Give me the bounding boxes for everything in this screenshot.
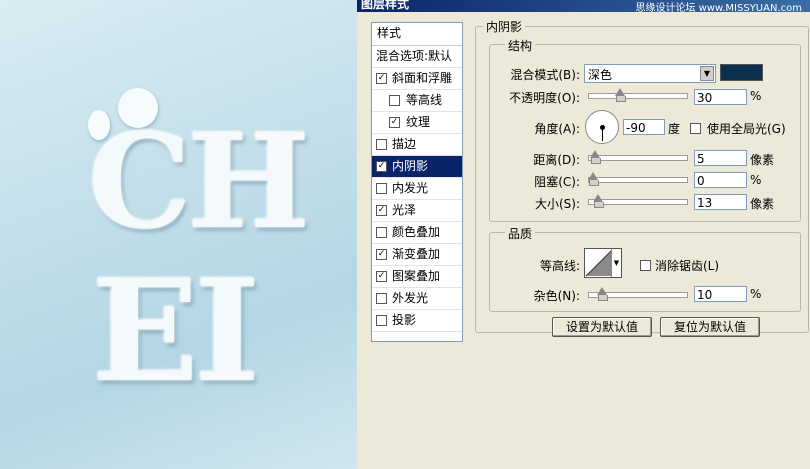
preview-canvas: CH EI — [0, 0, 357, 469]
set-default-button[interactable]: 设置为默认值 — [552, 317, 652, 337]
opacity-slider[interactable] — [588, 88, 688, 102]
reset-default-button[interactable]: 复位为默认值 — [660, 317, 760, 337]
opacity-input[interactable]: 30 — [694, 89, 747, 105]
window-title: 图层样式 — [361, 0, 410, 11]
choke-slider[interactable] — [588, 172, 688, 186]
size-label: 大小(S): — [534, 197, 580, 211]
style-item[interactable]: 投影 — [372, 310, 462, 332]
style-item-label: 等高线 — [406, 93, 443, 107]
style-checkbox[interactable] — [376, 271, 387, 282]
style-item-label: 光泽 — [392, 203, 417, 217]
style-checkbox[interactable] — [376, 205, 387, 216]
style-item-label: 渐变叠加 — [392, 247, 441, 261]
blend-mode-value: 深色 — [588, 68, 613, 82]
style-item[interactable]: 图案叠加 — [372, 266, 462, 288]
style-item-label: 内阴影 — [392, 159, 429, 173]
angle-center — [600, 125, 605, 130]
style-item[interactable]: 内阴影 — [372, 156, 462, 178]
antialias-checkbox[interactable] — [640, 260, 651, 271]
contour-curve-icon — [585, 249, 613, 277]
noise-unit: % — [750, 287, 762, 301]
opacity-unit: % — [750, 89, 762, 103]
style-item[interactable]: 斜面和浮雕 — [372, 68, 462, 90]
blend-options-item[interactable]: 混合选项:默认 — [372, 46, 462, 68]
angle-input[interactable]: -90 — [623, 119, 665, 135]
styles-list: 样式 混合选项:默认 斜面和浮雕等高线纹理描边内阴影内发光光泽颜色叠加渐变叠加图… — [371, 22, 463, 342]
style-item-label: 外发光 — [392, 291, 429, 305]
style-item-label: 投影 — [392, 313, 417, 327]
blend-options-label: 混合选项:默认 — [376, 49, 453, 63]
chevron-down-icon: ▼ — [700, 66, 714, 81]
style-item[interactable]: 描边 — [372, 134, 462, 156]
style-item-label: 纹理 — [406, 115, 431, 129]
global-light-checkbox[interactable] — [690, 123, 701, 134]
style-checkbox[interactable] — [376, 227, 387, 238]
style-checkbox[interactable] — [376, 249, 387, 260]
title-bar: 图层样式 思缘设计论坛 www.MISSYUAN.com — [357, 0, 810, 12]
contour-label: 等高线: — [539, 259, 580, 273]
size-input[interactable]: 13 — [694, 194, 747, 210]
style-item-label: 斜面和浮雕 — [392, 71, 453, 85]
choke-label: 阻塞(C): — [534, 175, 580, 189]
style-checkbox[interactable] — [389, 117, 400, 128]
styles-header[interactable]: 样式 — [372, 23, 462, 46]
noise-label: 杂色(N): — [533, 289, 580, 303]
watermark: 思缘设计论坛 www.MISSYUAN.com — [635, 3, 802, 12]
style-item-label: 图案叠加 — [392, 269, 441, 283]
style-item-label: 颜色叠加 — [392, 225, 441, 239]
choke-unit: % — [750, 173, 762, 187]
quality-legend: 品质 — [505, 225, 536, 242]
blend-mode-select[interactable]: 深色 ▼ — [584, 64, 716, 83]
distance-unit: 像素 — [750, 153, 775, 167]
size-slider[interactable] — [588, 194, 688, 208]
preview-text-line2: EI — [92, 250, 260, 414]
style-checkbox[interactable] — [376, 161, 387, 172]
style-item-label: 描边 — [392, 137, 417, 151]
style-checkbox[interactable] — [389, 95, 400, 106]
choke-input[interactable]: 0 — [694, 172, 747, 188]
style-checkbox[interactable] — [376, 293, 387, 304]
antialias-label[interactable]: 消除锯齿(L) — [655, 257, 719, 274]
layer-style-dialog: 样式 混合选项:默认 斜面和浮雕等高线纹理描边内阴影内发光光泽颜色叠加渐变叠加图… — [357, 12, 810, 469]
size-unit: 像素 — [750, 197, 775, 211]
chevron-down-icon: ▼ — [611, 249, 621, 277]
style-checkbox[interactable] — [376, 73, 387, 84]
structure-legend: 结构 — [505, 37, 536, 54]
distance-input[interactable]: 5 — [694, 150, 747, 166]
global-light-label[interactable]: 使用全局光(G) — [707, 120, 786, 137]
style-item[interactable]: 纹理 — [372, 112, 462, 134]
style-checkbox[interactable] — [376, 183, 387, 194]
noise-input[interactable]: 10 — [694, 286, 747, 302]
style-checkbox[interactable] — [376, 315, 387, 326]
style-item[interactable]: 等高线 — [372, 90, 462, 112]
angle-unit: 度 — [668, 122, 681, 136]
preview-text-line1: CH — [88, 105, 310, 258]
angle-dial[interactable] — [585, 110, 619, 144]
panel-title: 内阴影 — [483, 18, 526, 35]
contour-picker[interactable]: ▼ — [584, 248, 622, 278]
style-item[interactable]: 外发光 — [372, 288, 462, 310]
style-item-label: 内发光 — [392, 181, 429, 195]
distance-label: 距离(D): — [533, 153, 580, 167]
style-item[interactable]: 内发光 — [372, 178, 462, 200]
blend-mode-label: 混合模式(B): — [510, 68, 580, 82]
style-item[interactable]: 颜色叠加 — [372, 222, 462, 244]
opacity-label: 不透明度(O): — [509, 91, 580, 105]
style-checkbox[interactable] — [376, 139, 387, 150]
angle-label: 角度(A): — [534, 122, 580, 136]
style-item[interactable]: 渐变叠加 — [372, 244, 462, 266]
noise-slider[interactable] — [588, 287, 688, 301]
distance-slider[interactable] — [588, 150, 688, 164]
style-item[interactable]: 光泽 — [372, 200, 462, 222]
shadow-color-swatch[interactable] — [720, 64, 763, 81]
